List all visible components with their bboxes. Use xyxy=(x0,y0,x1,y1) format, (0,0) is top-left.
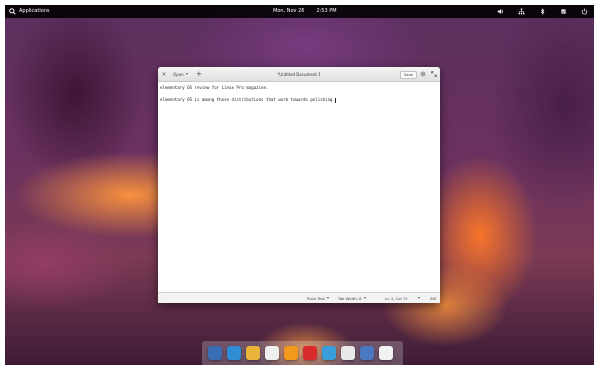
dock xyxy=(202,341,403,365)
cursor-position-selector[interactable]: Ln 3, Col 72 xyxy=(385,293,420,303)
language-selector[interactable]: Plain Text xyxy=(307,293,330,303)
search-icon xyxy=(9,8,16,15)
videos-icon[interactable] xyxy=(303,346,317,360)
terminal-icon[interactable] xyxy=(341,346,355,360)
open-button[interactable]: Open xyxy=(173,67,188,81)
applications-label: Applications xyxy=(19,8,50,14)
save-button[interactable]: Save xyxy=(400,71,417,79)
chevron-down-icon xyxy=(185,73,188,75)
text-cursor xyxy=(334,97,336,103)
close-icon: × xyxy=(161,70,167,78)
text-line-content: elementary OS is among those distributio… xyxy=(160,97,333,103)
power-icon[interactable] xyxy=(581,8,588,15)
applications-menu[interactable]: Applications xyxy=(9,5,50,18)
photos-icon[interactable] xyxy=(322,346,336,360)
language-label: Plain Text xyxy=(307,295,326,301)
calendar-icon[interactable] xyxy=(265,346,279,360)
gear-icon xyxy=(420,71,426,77)
system-settings-icon[interactable] xyxy=(360,346,374,360)
notifications-icon[interactable] xyxy=(560,8,567,15)
multitasking-view-icon[interactable] xyxy=(208,346,222,360)
header-bar: × Open + *Untitled Document 1 Save xyxy=(158,67,440,82)
close-button[interactable]: × xyxy=(161,67,167,81)
date-label: Mon, Nov 26 xyxy=(273,8,305,14)
top-panel: Applications Mon, Nov 26 2:53 PM xyxy=(5,5,594,18)
network-icon[interactable] xyxy=(518,8,525,15)
volume-icon[interactable] xyxy=(497,8,504,15)
text-line: elementary OS is among those distributio… xyxy=(160,97,438,103)
desktop: Applications Mon, Nov 26 2:53 PM × Open … xyxy=(5,5,594,365)
indicator-area xyxy=(497,5,588,18)
date-time-indicator[interactable]: Mon, Nov 26 2:53 PM xyxy=(273,5,337,18)
text-area[interactable]: elementary OS review for Linux Pro magaz… xyxy=(158,82,440,293)
cursor-position-label: Ln 3, Col 72 xyxy=(385,295,408,301)
chevron-down-icon xyxy=(327,297,330,299)
time-label: 2:53 PM xyxy=(316,8,337,14)
preferences-button[interactable] xyxy=(420,67,426,81)
text-editor-icon[interactable] xyxy=(379,346,393,360)
status-bar: Plain Text Tab Width: 8 Ln 3, Col 72 INS xyxy=(158,292,440,303)
insert-mode-indicator: INS xyxy=(430,295,437,301)
web-browser-icon[interactable] xyxy=(227,346,241,360)
new-document-button[interactable]: + xyxy=(196,67,202,81)
open-label: Open xyxy=(173,71,184,77)
fullscreen-icon xyxy=(431,71,437,77)
fullscreen-button[interactable] xyxy=(431,67,437,81)
tab-width-selector[interactable]: Tab Width: 8 xyxy=(338,293,366,303)
tab-width-label: Tab Width: 8 xyxy=(338,295,362,301)
chevron-down-icon xyxy=(363,297,366,299)
bluetooth-icon[interactable] xyxy=(539,8,546,15)
mail-icon[interactable] xyxy=(246,346,260,360)
plus-icon: + xyxy=(196,70,202,78)
text-editor-window: × Open + *Untitled Document 1 Save eleme… xyxy=(158,67,440,303)
music-icon[interactable] xyxy=(284,346,298,360)
chevron-down-icon xyxy=(417,297,420,299)
